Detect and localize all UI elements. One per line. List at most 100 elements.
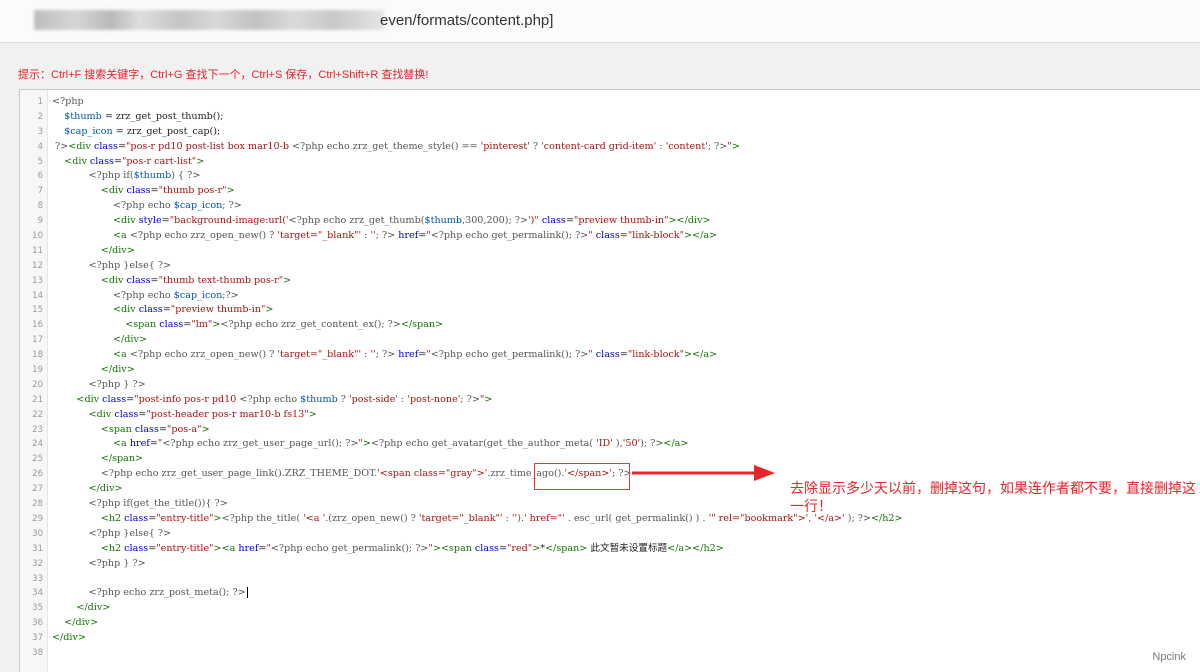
code-line[interactable]: 16 <span class="lm"><?php echo zrz_get_c… (20, 318, 1200, 333)
code-token: > (731, 140, 740, 152)
code-token: class (134, 423, 159, 435)
code-line[interactable]: 11 </div> (20, 244, 1200, 259)
code-token: <?php } ?> (88, 378, 146, 390)
code-token: "thumb text-thumb pos-r" (158, 274, 284, 286)
code-line[interactable]: 19 </div> (20, 363, 1200, 378)
code-token: <?php echo zrz_get_theme_style() == (292, 140, 481, 152)
code-line[interactable]: 5 <div class="pos-r cart-list"> (20, 155, 1200, 170)
code-area[interactable]: 1 <?php 2 $thumb = zrz_get_post_thumb(); 3 … (20, 95, 1200, 661)
line-number: 3 (37, 126, 43, 137)
code-line[interactable]: 24 <a href="<?php echo zrz_get_user_page… (20, 437, 1200, 452)
code-line[interactable]: 38 (20, 646, 1200, 661)
code-token: <div (64, 155, 90, 167)
code-line[interactable]: 14 <?php echo $cap_icon;?> (20, 289, 1200, 304)
code-line[interactable]: 22 <div class="post-header pos-r mar10-b… (20, 408, 1200, 423)
code-token: 'post-none' (407, 393, 461, 405)
code-line[interactable]: 35 </div> (20, 601, 1200, 616)
line-content: <div class="pos-r cart-list"> (52, 155, 204, 170)
code-line[interactable]: 34 <?php echo zrz_post_meta(); ?>​ (20, 586, 1200, 601)
line-content: </div> (52, 333, 147, 348)
code-token: </a></h2> (667, 542, 724, 554)
code-line[interactable]: 23 <span class="pos-a"> (20, 423, 1200, 438)
code-line[interactable]: 21 <div class="post-info pos-r pd10 <?ph… (20, 393, 1200, 408)
code-token: = zrz_get_post_cap(); (112, 125, 221, 137)
code-line[interactable]: 36 </div> (20, 616, 1200, 631)
line-content: <?php (52, 95, 84, 110)
line-content: <div class="thumb pos-r"> (52, 184, 235, 199)
code-token: ')" (527, 215, 539, 227)
code-token: ; ?> (707, 140, 728, 152)
code-token: <?php }else{ ?> (88, 527, 172, 539)
line-content: </span> (52, 452, 143, 467)
code-token: = (498, 542, 507, 554)
code-token: class (126, 185, 151, 197)
code-line[interactable]: 6 <?php if($thumb) { ?> (20, 169, 1200, 184)
line-content: <?php echo zrz_post_meta(); ?>​ (52, 586, 248, 601)
line-content: </div> (52, 616, 98, 631)
code-token: class (159, 319, 184, 331)
code-editor[interactable]: 1 <?php 2 $thumb = zrz_get_post_thumb(); 3 … (19, 89, 1200, 672)
line-content: <a href="<?php echo zrz_get_user_page_ur… (52, 437, 688, 452)
code-line[interactable]: 30 <?php }else{ ?> (20, 527, 1200, 542)
code-line[interactable]: 37 </div> (20, 631, 1200, 646)
code-line[interactable]: 20 <?php } ?> (20, 378, 1200, 393)
code-line[interactable]: 32 <?php } ?> (20, 557, 1200, 572)
address-bar[interactable]: even/formats/content.php] (0, 0, 1200, 43)
code-line[interactable]: 9 <div style="background-image:url('<?ph… (20, 214, 1200, 229)
code-token: "red" (506, 542, 533, 554)
code-line[interactable]: 8 <?php echo $cap_icon; ?> (20, 199, 1200, 214)
code-token: $thumb (133, 170, 172, 182)
code-line[interactable]: 7 <div class="thumb pos-r"> (20, 184, 1200, 199)
code-token: = (158, 423, 167, 435)
code-token: class (102, 393, 127, 405)
highlight-box (534, 463, 630, 490)
code-line[interactable]: 18 <a <?php echo zrz_open_new() ? 'targe… (20, 348, 1200, 363)
code-token: $cap_icon (64, 125, 113, 137)
code-token: href (398, 230, 419, 242)
line-number: 15 (32, 305, 43, 316)
code-line[interactable]: 2 $thumb = zrz_get_post_thumb(); (20, 110, 1200, 125)
code-token: <h2 (100, 542, 125, 554)
code-line[interactable]: 31 <h2 class="entry-title"><a href="<?ph… (20, 542, 1200, 557)
code-token: = (113, 155, 122, 167)
code-line[interactable]: 13 <div class="thumb text-thumb pos-r"> (20, 274, 1200, 289)
line-number: 25 (32, 454, 43, 465)
code-line[interactable]: 15 <div class="preview thumb-in"> (20, 303, 1200, 318)
code-token: href (398, 349, 419, 361)
code-line[interactable]: 33 (20, 572, 1200, 587)
code-token: ; ?> (375, 230, 399, 242)
code-line[interactable]: 17 </div> (20, 333, 1200, 348)
line-content: <div style="background-image:url('<?php … (52, 214, 711, 229)
code-token: </div> (100, 244, 135, 256)
code-token: class (124, 512, 149, 524)
code-token: <span (100, 423, 135, 435)
line-number: 24 (32, 439, 43, 450)
code-line[interactable]: 1 <?php (20, 95, 1200, 110)
code-token: </a> (663, 438, 689, 450)
line-number: 26 (32, 469, 43, 480)
code-line[interactable]: 3 $cap_icon = zrz_get_post_cap(); (20, 125, 1200, 140)
code-line[interactable]: 4 ?><div class="pos-r pd10 post-list box… (20, 140, 1200, 155)
code-token: > (201, 423, 210, 435)
code-line[interactable]: 10 <a <?php echo zrz_open_new() ? 'targe… (20, 229, 1200, 244)
code-token: <?php echo zrz_get_thumb( (288, 215, 425, 227)
code-token: <?php echo get_permalink(); ?> (270, 542, 429, 554)
code-token: <div (100, 185, 127, 197)
code-token: 'target="_blank"' (277, 349, 362, 361)
code-token: <?php echo zrz_open_new() ? (129, 349, 278, 361)
code-token: </div> (113, 334, 147, 346)
code-line[interactable]: 12 <?php }else{ ?> (20, 259, 1200, 274)
